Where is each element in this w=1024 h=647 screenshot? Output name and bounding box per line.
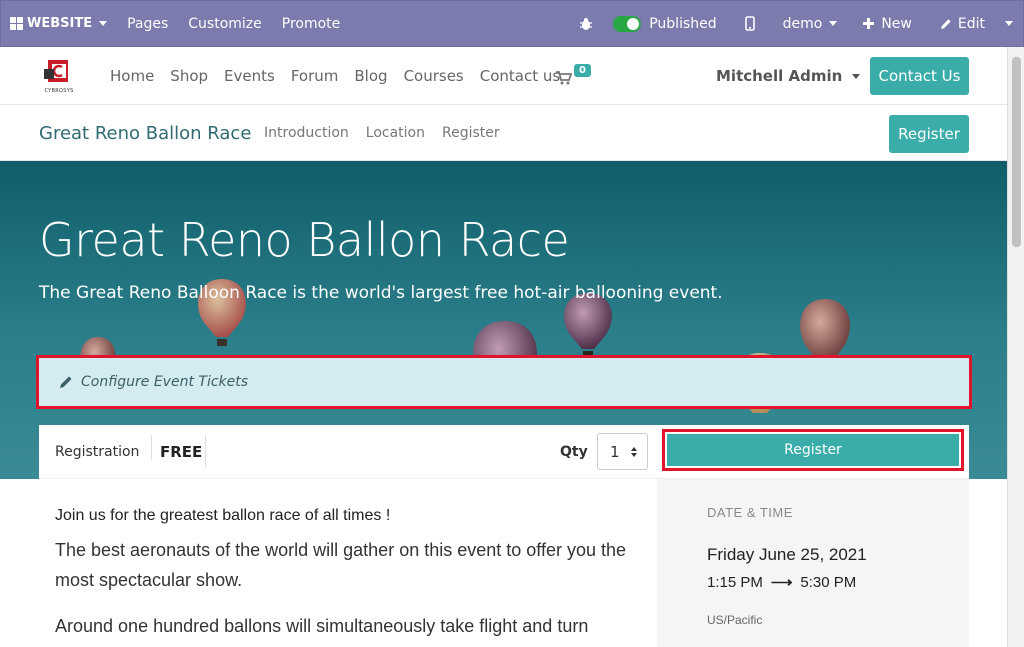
divider — [205, 435, 206, 467]
description-paragraph: The best aeronauts of the world will gat… — [55, 540, 627, 590]
event-nav-title[interactable]: Great Reno Ballon Race — [39, 105, 251, 161]
event-time-range: 1:15 PM ⟶ 5:30 PM — [707, 573, 857, 592]
ticket-row: Registration FREE Qty 1 Register — [39, 425, 969, 479]
up-down-arrows-icon — [631, 446, 637, 457]
more-menu[interactable] — [997, 1, 1023, 46]
event-timezone: US/Pacific — [707, 613, 763, 627]
apps-grid-icon — [10, 17, 23, 30]
event-subnav: Great Reno Ballon Race Introduction Loca… — [0, 105, 1007, 161]
event-nav-location[interactable]: Location — [366, 125, 425, 141]
admin-toolbar: WEBSITE Pages Customize Promote Publishe… — [0, 0, 1024, 47]
nav-forum[interactable]: Forum — [291, 67, 339, 85]
ticket-price: FREE — [160, 443, 203, 461]
nav-home[interactable]: Home — [110, 67, 154, 85]
event-nav-links: Introduction Location Register — [264, 105, 517, 161]
logo-text: CYBROSYS — [44, 88, 74, 94]
ticket-name: Registration — [55, 444, 140, 460]
date-time-heading: DATE & TIME — [707, 505, 793, 520]
language-demo-menu[interactable]: demo — [771, 1, 850, 46]
cart-button[interactable]: 0 — [556, 64, 596, 87]
registration-panel: Registration FREE Qty 1 Register Join us… — [39, 425, 969, 647]
user-menu[interactable]: Mitchell Admin — [716, 47, 861, 105]
mobile-icon — [744, 16, 755, 31]
website-page: CYBROSYS Home Shop Events Forum Blog Cou… — [0, 47, 1007, 647]
nav-events[interactable]: Events — [224, 67, 275, 85]
contact-us-button[interactable]: Contact Us — [870, 57, 969, 95]
description-lead: Join us for the greatest ballon race of … — [55, 507, 391, 524]
register-button[interactable]: Register — [667, 434, 959, 466]
divider — [151, 435, 152, 459]
description-paragraph: Around one hundred ballons will simultan… — [55, 616, 589, 636]
arrow-right-icon: ⟶ — [770, 574, 793, 591]
company-logo[interactable]: CYBROSYS — [44, 59, 74, 94]
website-menu[interactable]: WEBSITE — [1, 1, 117, 46]
edit-button[interactable]: Edit — [926, 1, 997, 46]
plus-icon — [863, 18, 875, 29]
configure-event-tickets-link[interactable]: Configure Event Tickets — [36, 355, 972, 409]
bug-icon — [580, 17, 593, 30]
cart-count-badge: 0 — [574, 64, 591, 77]
chevron-down-icon — [829, 21, 838, 26]
mobile-preview-button[interactable] — [729, 1, 771, 46]
quantity-select[interactable]: 1 — [597, 433, 648, 470]
pencil-icon — [60, 376, 72, 388]
toggle-switch-icon — [613, 15, 642, 32]
event-end-time: 5:30 PM — [800, 573, 857, 591]
event-description: Join us for the greatest ballon race of … — [55, 507, 645, 641]
customize-menu[interactable]: Customize — [178, 1, 272, 46]
nav-blog[interactable]: Blog — [354, 67, 387, 85]
publish-toggle[interactable]: Published — [609, 1, 728, 46]
event-date: Friday June 25, 2021 — [707, 545, 867, 564]
nav-contact-us[interactable]: Contact us — [480, 67, 560, 85]
promote-menu[interactable]: Promote — [272, 1, 351, 46]
event-nav-introduction[interactable]: Introduction — [264, 125, 349, 141]
quantity-label: Qty — [560, 444, 588, 460]
event-nav-register[interactable]: Register — [442, 125, 500, 141]
subnav-register-button[interactable]: Register — [889, 115, 969, 153]
event-start-time: 1:15 PM — [707, 573, 763, 591]
register-button-highlight: Register — [662, 429, 964, 471]
chevron-down-icon — [1005, 21, 1013, 26]
debug-bug-button[interactable] — [563, 1, 609, 46]
event-title: Great Reno Ballon Race — [39, 213, 570, 267]
new-button[interactable]: New — [849, 1, 926, 46]
nav-shop[interactable]: Shop — [170, 67, 208, 85]
vertical-scrollbar[interactable] — [1007, 47, 1024, 647]
pencil-icon — [940, 18, 951, 29]
main-navbar: CYBROSYS Home Shop Events Forum Blog Cou… — [0, 47, 1007, 105]
scrollbar-thumb[interactable] — [1012, 57, 1021, 247]
nav-links: Home Shop Events Forum Blog Courses Cont… — [110, 47, 576, 105]
shopping-cart-icon — [556, 71, 572, 85]
chevron-down-icon — [852, 73, 861, 79]
event-date-time-panel: DATE & TIME Friday June 25, 2021 1:15 PM… — [657, 479, 969, 647]
pages-menu[interactable]: Pages — [117, 1, 178, 46]
chevron-down-icon — [99, 21, 108, 26]
nav-courses[interactable]: Courses — [404, 67, 464, 85]
event-subtitle: The Great Reno Balloon Race is the world… — [39, 283, 723, 303]
